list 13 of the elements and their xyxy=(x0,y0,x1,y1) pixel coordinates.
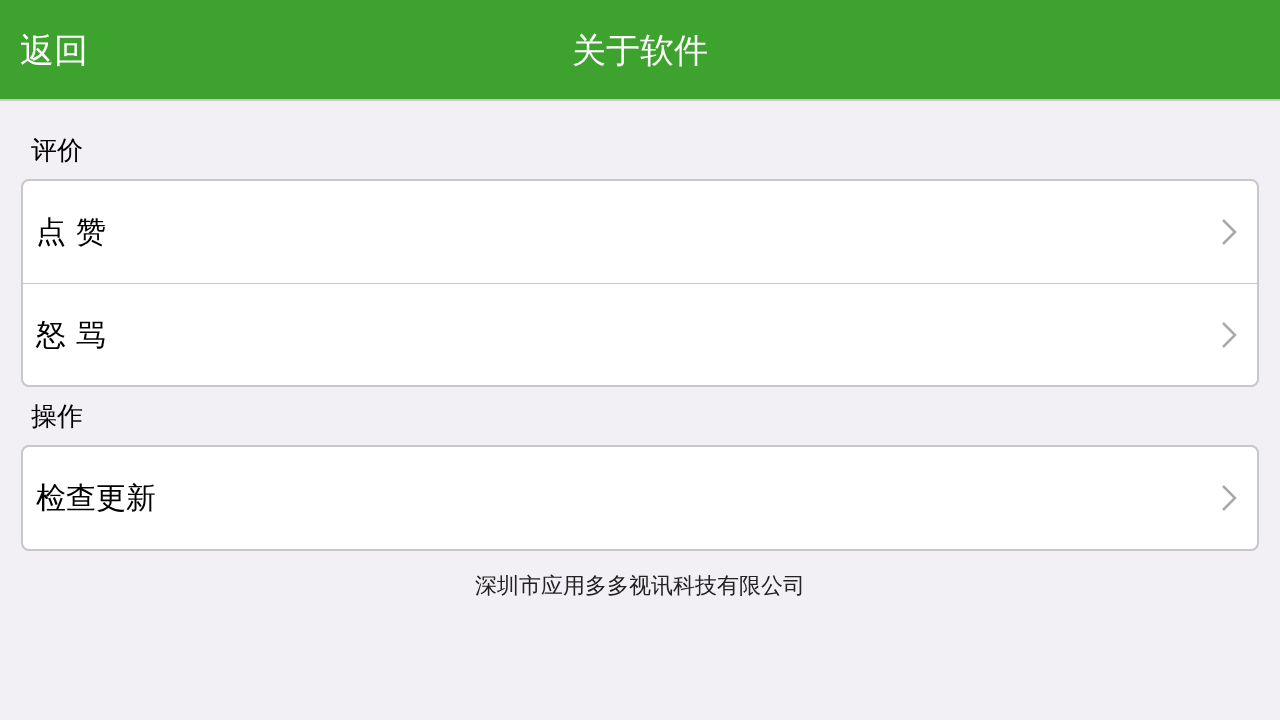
section-header: 操作 xyxy=(30,403,84,429)
row-label: 点 赞 xyxy=(36,217,106,247)
chevron-icon xyxy=(1221,320,1237,349)
chevron-icon xyxy=(1221,484,1237,512)
list-row[interactable]: 点 赞 xyxy=(23,181,1257,283)
section-header: 评价 xyxy=(30,137,84,163)
row-label: 检查更新 xyxy=(36,483,156,513)
chevron-icon xyxy=(1221,218,1237,246)
list-row[interactable]: 检查更新 xyxy=(23,447,1257,549)
list-row[interactable]: 怒 骂 xyxy=(23,283,1257,385)
company-name: 深圳市应用多多视讯科技有限公司 xyxy=(475,575,805,597)
row-label: 怒 骂 xyxy=(36,319,106,350)
page-title: 关于软件 xyxy=(572,32,708,67)
